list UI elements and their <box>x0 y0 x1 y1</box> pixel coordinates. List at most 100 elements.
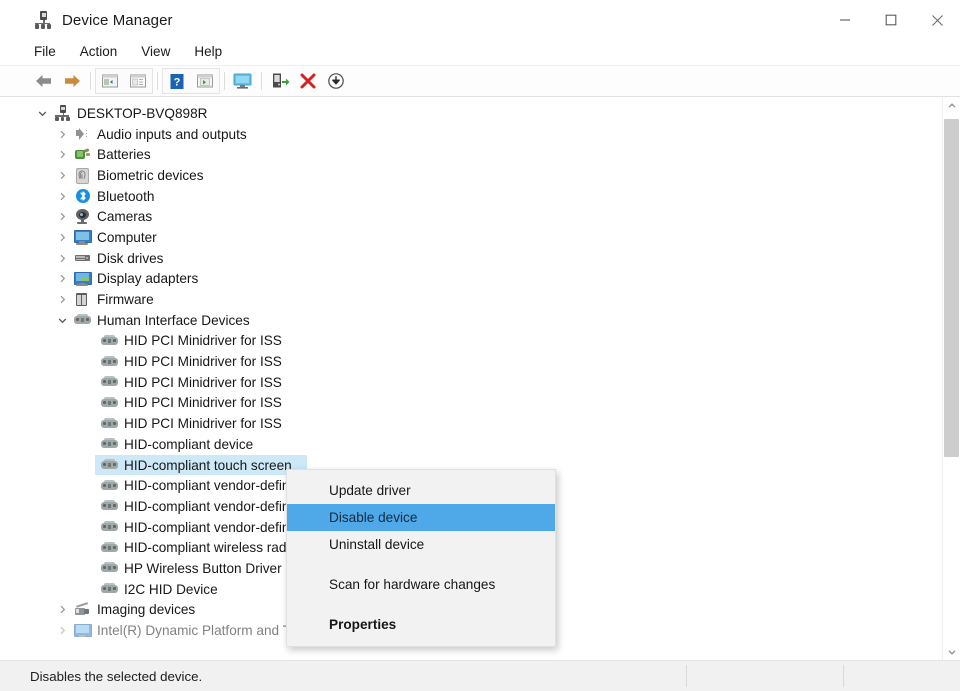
computer-root-icon <box>54 105 71 121</box>
tree-row-label: HID PCI Minidriver for ISS <box>124 416 285 431</box>
title-bar: Device Manager <box>0 0 960 40</box>
device-tree[interactable]: DESKTOP-BVQ898R Audio inputs and outputs <box>0 97 942 660</box>
hid-device-icon <box>101 374 118 390</box>
context-menu-item-disable-device[interactable]: Disable device <box>287 504 555 531</box>
tree-row-label: HID PCI Minidriver for ISS <box>124 395 285 410</box>
svg-text:?: ? <box>174 76 181 88</box>
menu-item-help[interactable]: Help <box>194 43 233 62</box>
disk-drive-icon <box>74 250 91 266</box>
forward-icon[interactable] <box>58 68 86 94</box>
context-menu-separator <box>287 598 555 611</box>
hid-device-icon <box>101 354 118 370</box>
context-menu-item-scan-for-hardware-changes[interactable]: Scan for hardware changes <box>287 571 555 598</box>
chevron-down-icon[interactable] <box>36 109 49 118</box>
status-bar: Disables the selected device. <box>0 660 960 691</box>
menu-item-file[interactable]: File <box>34 43 67 62</box>
speaker-icon <box>74 126 91 142</box>
tree-row-cameras[interactable]: Cameras <box>0 206 942 227</box>
tree-row-label: DESKTOP-BVQ898R <box>77 106 210 121</box>
tree-row-label: HID-compliant touch screen <box>124 458 295 473</box>
chevron-right-icon[interactable] <box>56 605 69 614</box>
camera-icon <box>74 209 91 225</box>
tree-row-label: Display adapters <box>97 271 201 286</box>
chevron-right-icon[interactable] <box>56 212 69 221</box>
imaging-device-icon <box>74 602 91 618</box>
tree-row-bluetooth[interactable]: Bluetooth <box>0 186 942 207</box>
chevron-down-icon[interactable] <box>56 316 69 325</box>
tree-row-label: Audio inputs and outputs <box>97 127 250 142</box>
battery-icon <box>74 147 91 163</box>
context-menu-item-label: Uninstall device <box>329 537 424 552</box>
scan-for-hardware-changes-icon[interactable] <box>229 68 257 94</box>
tree-row-audio-inputs-and-outputs[interactable]: Audio inputs and outputs <box>0 124 942 145</box>
disable-device-icon[interactable] <box>322 68 350 94</box>
help-icon[interactable]: ? <box>163 68 191 94</box>
context-menu-item-properties[interactable]: Properties <box>287 611 555 638</box>
tree-row-computer[interactable]: Computer <box>0 227 942 248</box>
scrollbar-thumb[interactable] <box>944 119 959 457</box>
tree-row-display-adapters[interactable]: Display adapters <box>0 269 942 290</box>
minimize-icon[interactable] <box>822 0 868 40</box>
chevron-right-icon[interactable] <box>56 626 69 635</box>
vertical-scrollbar[interactable] <box>942 97 960 660</box>
chevron-up-icon[interactable] <box>943 97 960 114</box>
tree-row-label: Disk drives <box>97 251 166 266</box>
content-area: DESKTOP-BVQ898R Audio inputs and outputs <box>0 97 960 660</box>
hid-icon <box>74 312 91 328</box>
toolbar-separator <box>224 72 225 90</box>
monitor-icon <box>74 229 91 245</box>
menu-item-action[interactable]: Action <box>80 43 129 62</box>
back-icon[interactable] <box>30 68 58 94</box>
chevron-right-icon[interactable] <box>56 254 69 263</box>
device-manager-icon <box>34 11 52 29</box>
hid-device-icon <box>101 560 118 576</box>
context-menu-item-uninstall-device[interactable]: Uninstall device <box>287 531 555 558</box>
tree-row-biometric-devices[interactable]: Biometric devices <box>0 165 942 186</box>
hid-device-icon <box>101 478 118 494</box>
hid-device-icon <box>101 416 118 432</box>
hid-device-icon <box>101 581 118 597</box>
tree-row-hid-child[interactable]: HID PCI Minidriver for ISS <box>0 351 942 372</box>
chevron-right-icon[interactable] <box>56 274 69 283</box>
tree-row-root[interactable]: DESKTOP-BVQ898R <box>0 103 942 124</box>
window-controls <box>822 0 960 40</box>
chevron-right-icon[interactable] <box>56 192 69 201</box>
chevron-right-icon[interactable] <box>56 233 69 242</box>
thermal-framework-icon <box>74 623 91 639</box>
show-hide-console-tree-icon[interactable] <box>96 68 124 94</box>
toolbar: ? <box>0 66 960 97</box>
tree-row-hid-child[interactable]: HID-compliant device <box>0 434 942 455</box>
close-icon[interactable] <box>914 0 960 40</box>
hid-device-icon <box>101 395 118 411</box>
bluetooth-icon <box>74 188 91 204</box>
tree-row-firmware[interactable]: Firmware <box>0 289 942 310</box>
context-menu-item-update-driver[interactable]: Update driver <box>287 477 555 504</box>
toolbar-separator <box>157 72 158 90</box>
chevron-right-icon[interactable] <box>56 130 69 139</box>
show-hide-action-pane-icon[interactable] <box>191 68 219 94</box>
tree-row-hid-child[interactable]: HID PCI Minidriver for ISS <box>0 372 942 393</box>
context-menu-item-label: Scan for hardware changes <box>329 577 495 592</box>
toolbar-separator <box>90 72 91 90</box>
chevron-right-icon[interactable] <box>56 150 69 159</box>
display-adapter-icon <box>74 271 91 287</box>
context-menu-separator <box>287 558 555 571</box>
update-driver-icon[interactable] <box>266 68 294 94</box>
chevron-down-icon[interactable] <box>943 643 960 660</box>
tree-row-batteries[interactable]: Batteries <box>0 144 942 165</box>
tree-row-hid-child[interactable]: HID PCI Minidriver for ISS <box>0 331 942 352</box>
maximize-icon[interactable] <box>868 0 914 40</box>
tree-row-hid-child[interactable]: HID PCI Minidriver for ISS <box>0 413 942 434</box>
chevron-right-icon[interactable] <box>56 171 69 180</box>
chevron-right-icon[interactable] <box>56 295 69 304</box>
tree-row-human-interface-devices[interactable]: Human Interface Devices <box>0 310 942 331</box>
tree-row-disk-drives[interactable]: Disk drives <box>0 248 942 269</box>
status-bar-divider <box>686 665 687 687</box>
firmware-icon <box>74 292 91 308</box>
tree-row-label: Firmware <box>97 292 157 307</box>
properties-icon[interactable] <box>124 68 152 94</box>
context-menu[interactable]: Update driver Disable device Uninstall d… <box>286 469 556 647</box>
uninstall-device-icon[interactable] <box>294 68 322 94</box>
tree-row-hid-child[interactable]: HID PCI Minidriver for ISS <box>0 393 942 414</box>
menu-item-view[interactable]: View <box>141 43 181 62</box>
